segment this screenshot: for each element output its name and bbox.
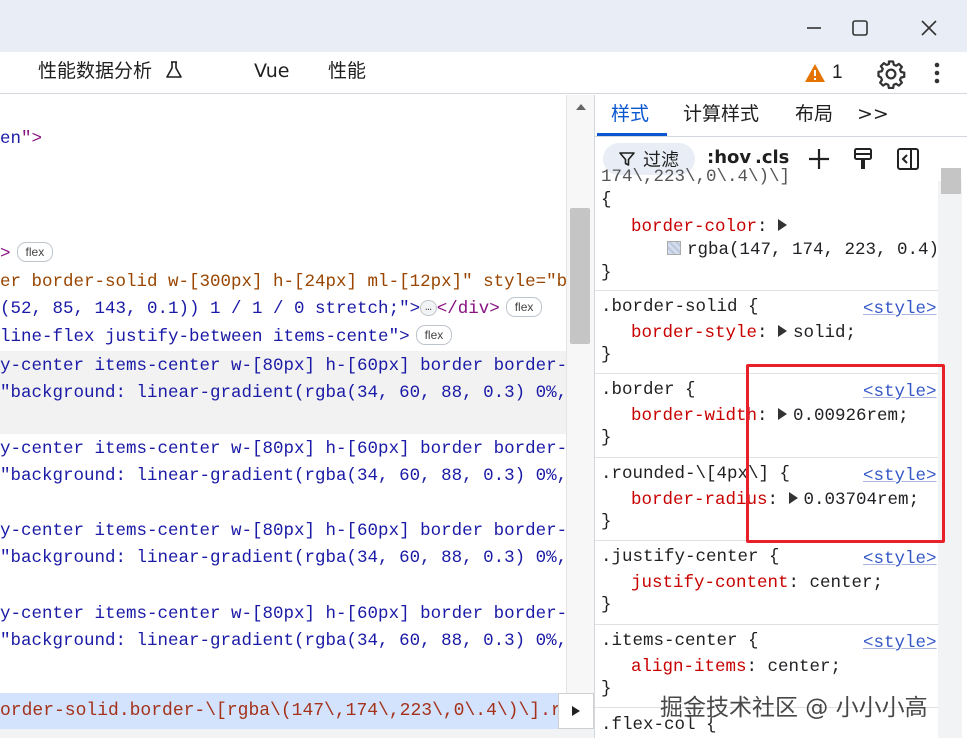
- tab-performance[interactable]: 性能: [328, 52, 366, 94]
- style-source-link[interactable]: <style>: [863, 547, 937, 571]
- dom-line[interactable]: "background: linear-gradient(rgba(34, 60…: [0, 545, 566, 572]
- dom-line[interactable]: y-center items-center w-[80px] h-[60px] …: [0, 436, 566, 463]
- dom-line[interactable]: y-center items-center w-[80px] h-[60px] …: [0, 518, 566, 545]
- flex-badge[interactable]: flex: [505, 297, 543, 317]
- tab-computed[interactable]: 计算样式: [683, 95, 759, 137]
- active-tab-indicator: [597, 133, 667, 136]
- toggle-sidebar-icon[interactable]: [896, 147, 920, 171]
- maximize-button[interactable]: [842, 10, 878, 46]
- dom-line[interactable]: en">: [0, 126, 42, 153]
- elements-dom-tree[interactable]: en"> > flex er border-solid w-[300px] h-[…: [0, 95, 566, 693]
- expand-triangle-icon[interactable]: [778, 325, 788, 337]
- styles-scrollbar[interactable]: [938, 181, 962, 738]
- settings-gear-icon[interactable]: [876, 59, 906, 89]
- css-property[interactable]: justify-content: [631, 573, 789, 593]
- styles-pane: 样式 计算样式 布局 >> 过滤 :hov .cls 174\,223\,0\.…: [594, 95, 967, 738]
- tab-performance-insights[interactable]: 性能数据分析: [38, 52, 184, 94]
- css-value[interactable]: 0.00926rem;: [793, 406, 909, 426]
- style-source-link[interactable]: <style>: [863, 297, 937, 321]
- css-value[interactable]: rgba(147, 174, 223, 0.4);: [687, 240, 950, 260]
- dom-line[interactable]: "background: linear-gradient(rgba(34, 60…: [0, 628, 566, 655]
- minimize-icon: [807, 27, 821, 29]
- dom-line[interactable]: (52, 85, 143, 0.1)) 1 / 1 / 0 stretch;">…: [0, 296, 543, 323]
- maximize-icon: [852, 20, 868, 36]
- dom-line[interactable]: "background: linear-gradient(rgba(34, 60…: [0, 463, 566, 490]
- dom-line[interactable]: y-center items-center w-[80px] h-[60px] …: [0, 353, 566, 380]
- dom-breadcrumb[interactable]: order-solid.border-\[rgba\(147\,174\,223…: [0, 693, 558, 729]
- expand-triangle-icon[interactable]: [778, 408, 788, 420]
- dom-line[interactable]: "background: linear-gradient(rgba(34, 60…: [0, 380, 566, 407]
- css-property[interactable]: border-radius: [631, 490, 768, 510]
- add-rule-plus-icon[interactable]: [807, 147, 831, 171]
- style-rule-border-color[interactable]: 174\,223\,0\.4\)\] { border-color: rgba(…: [595, 167, 950, 291]
- style-rule[interactable]: .border-solid { <style> border-style: so…: [595, 291, 939, 374]
- flask-icon: [166, 61, 182, 78]
- chevron-right-icon: [572, 706, 580, 716]
- elements-scrollbar[interactable]: [566, 95, 594, 693]
- dom-line[interactable]: er border-solid w-[300px] h-[24px] ml-[1…: [0, 269, 566, 296]
- warning-count: 1: [832, 62, 843, 83]
- elements-scrollbar-thumb[interactable]: [570, 208, 590, 344]
- styles-tabbar: 样式 计算样式 布局 >>: [595, 95, 967, 137]
- scroll-up-icon[interactable]: [575, 103, 587, 111]
- flex-badge[interactable]: flex: [16, 242, 54, 262]
- tab-vue[interactable]: Vue: [254, 52, 289, 94]
- style-source-link[interactable]: <style>: [863, 464, 937, 488]
- breadcrumb-scroll-button[interactable]: [558, 693, 594, 729]
- warning-icon: [805, 64, 825, 82]
- more-options-icon[interactable]: [926, 60, 948, 86]
- style-source-link[interactable]: <style>: [863, 631, 937, 655]
- minimize-button[interactable]: [796, 10, 832, 46]
- warnings-counter[interactable]: 1: [804, 60, 843, 86]
- paint-brush-icon[interactable]: [852, 147, 874, 171]
- collapsed-content-ellipsis[interactable]: …: [420, 300, 437, 316]
- color-swatch[interactable]: [667, 241, 681, 255]
- close-window-button[interactable]: [911, 10, 947, 46]
- dom-line[interactable]: line-flex justify-between items-cente"> f…: [0, 324, 453, 351]
- watermark: 掘金技术社区 @ 小小小高: [660, 695, 928, 721]
- style-rule[interactable]: .justify-center { <style> justify-conten…: [595, 541, 939, 625]
- devtools-toolbar: 性能数据分析 Vue 性能 1: [0, 52, 967, 94]
- css-property[interactable]: border-width: [631, 406, 757, 426]
- expand-triangle-icon[interactable]: [778, 219, 788, 231]
- css-property[interactable]: align-items: [631, 657, 747, 677]
- flex-badge[interactable]: flex: [415, 325, 453, 345]
- more-tabs-button[interactable]: >>: [857, 95, 889, 137]
- close-icon: [921, 20, 937, 36]
- css-value[interactable]: center;: [810, 573, 884, 593]
- expand-triangle-icon[interactable]: [788, 492, 798, 504]
- dom-line[interactable]: > flex: [0, 241, 54, 268]
- style-source-link[interactable]: <style>: [863, 380, 937, 404]
- dom-line[interactable]: y-center items-center w-[80px] h-[60px] …: [0, 601, 566, 628]
- style-rule[interactable]: .border { <style> border-width: 0.00926r…: [595, 374, 939, 458]
- tab-styles[interactable]: 样式: [611, 95, 649, 137]
- style-rule[interactable]: .rounded-\[4px\] { <style> border-radius…: [595, 458, 939, 541]
- window-titlebar: [0, 0, 967, 52]
- tab-layout[interactable]: 布局: [795, 95, 833, 137]
- styles-scrollbar-thumb[interactable]: [941, 168, 961, 194]
- css-value[interactable]: 0.03704rem;: [804, 490, 920, 510]
- css-value[interactable]: solid;: [793, 323, 856, 343]
- css-value[interactable]: center;: [768, 657, 842, 677]
- css-property[interactable]: border-color: [631, 217, 757, 237]
- css-property[interactable]: border-style: [631, 323, 757, 343]
